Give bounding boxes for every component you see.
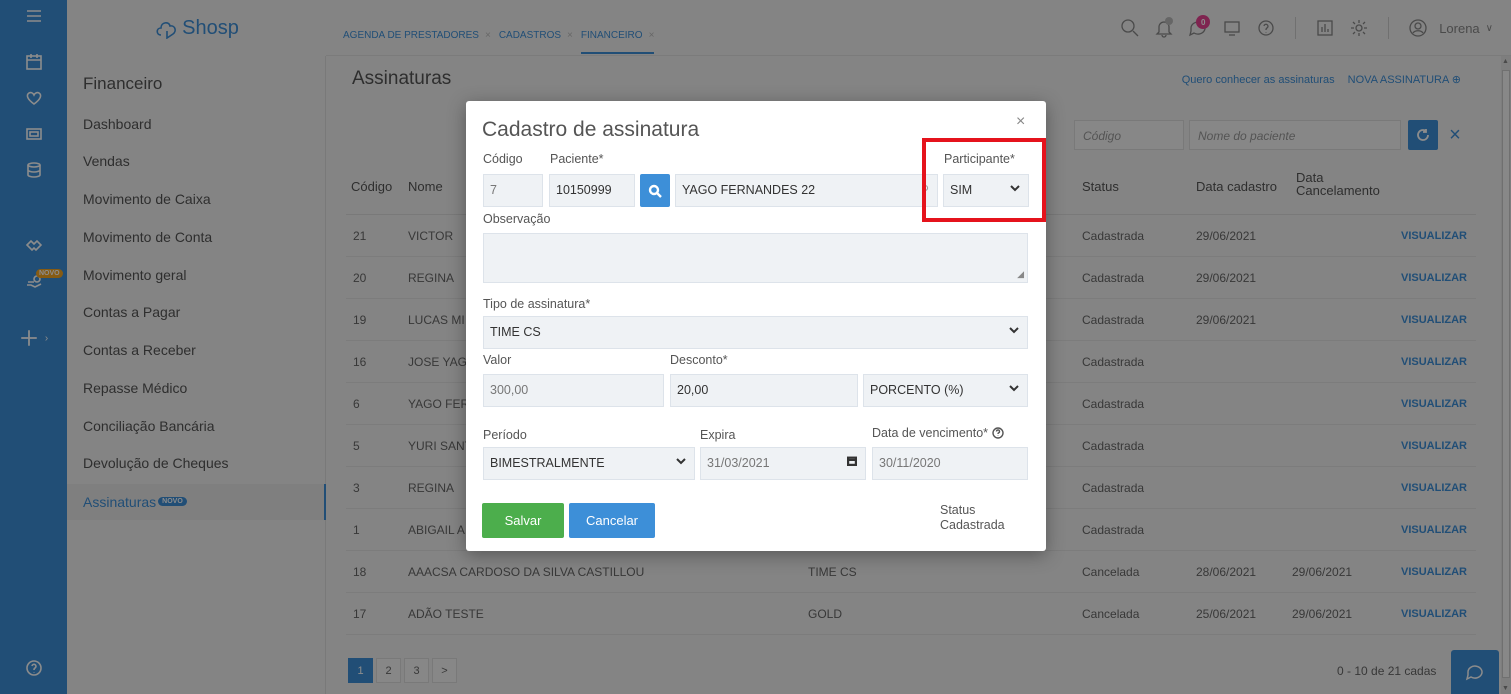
expira-field: 31/03/2021 — [700, 447, 866, 480]
valor-field: 300,00 — [483, 374, 664, 407]
status-label: Status — [940, 503, 976, 517]
periodo-select[interactable]: BIMESTRALMENTE — [483, 447, 695, 480]
paciente-label: Paciente* — [550, 152, 604, 166]
vencimento-label: Data de vencimento* — [872, 426, 1004, 440]
paciente-name-field[interactable]: YAGO FERNANDES 22 ⚲ — [675, 174, 938, 207]
vencimento-field: 30/11/2020 — [872, 447, 1028, 480]
observacao-label: Observação — [483, 212, 551, 226]
patient-search-button[interactable] — [640, 174, 670, 207]
cancel-button[interactable]: Cancelar — [569, 503, 655, 538]
observacao-textarea[interactable]: ◢ — [483, 233, 1028, 283]
valor-label: Valor — [483, 353, 512, 367]
codigo-label: Código — [483, 152, 523, 166]
tipo-label: Tipo de assinatura* — [483, 297, 591, 311]
modal-title: Cadastro de assinatura — [482, 118, 700, 141]
participante-highlight — [922, 138, 1046, 222]
desconto-field[interactable]: 20,00 — [670, 374, 858, 407]
codigo-field: 7 — [483, 174, 543, 207]
close-icon[interactable]: × — [1016, 113, 1025, 131]
desconto-tipo-select[interactable]: PORCENTO (%) — [863, 374, 1028, 407]
expira-label: Expira — [700, 428, 736, 442]
tipo-select[interactable]: TIME CS — [483, 316, 1028, 349]
chevron-down-icon — [676, 448, 686, 479]
calendar-icon — [847, 448, 857, 479]
save-button[interactable]: Salvar — [482, 503, 564, 538]
chevron-down-icon — [1009, 317, 1019, 348]
desconto-label: Desconto* — [670, 353, 728, 367]
chevron-down-icon — [1009, 375, 1019, 406]
status-value: Cadastrada — [940, 518, 1005, 532]
search-icon — [648, 184, 662, 198]
help-icon[interactable] — [991, 426, 1004, 440]
paciente-id-field[interactable]: 10150999 — [549, 174, 635, 207]
periodo-label: Período — [483, 428, 527, 442]
status-block: Status Cadastrada — [940, 503, 1005, 533]
